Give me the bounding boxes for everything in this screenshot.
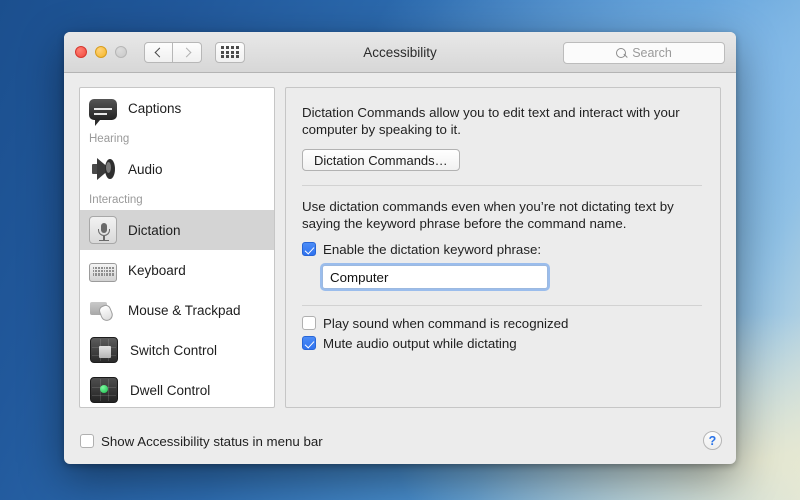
divider [302, 305, 702, 306]
audio-icon [89, 155, 117, 183]
search-input[interactable]: Search [563, 42, 725, 64]
captions-icon [89, 99, 117, 126]
search-placeholder: Search [632, 46, 672, 60]
window-footer: Show Accessibility status in menu bar ? [64, 417, 736, 464]
keyboard-icon [89, 263, 117, 282]
play-sound-checkbox[interactable] [302, 316, 316, 330]
mouse-icon [89, 296, 117, 324]
dictation-commands-button[interactable]: Dictation Commands… [302, 149, 460, 171]
sidebar-item-label: Dictation [128, 222, 181, 238]
sidebar-item-switch-control[interactable]: Switch Control [80, 330, 274, 370]
window-titlebar: Accessibility Search [64, 32, 736, 73]
help-button[interactable]: ? [703, 431, 722, 450]
navigation-buttons [144, 41, 202, 63]
show-status-checkbox[interactable] [80, 434, 94, 448]
forward-button [173, 41, 202, 63]
sidebar-item-label: Audio [128, 161, 163, 177]
keyword-phrase-input[interactable]: Computer [322, 265, 548, 289]
chevron-left-icon [154, 47, 165, 57]
sidebar-item-label: Captions [128, 100, 182, 116]
enable-keyword-label: Enable the dictation keyword phrase: [323, 242, 542, 257]
window-body: Captions Hearing Audio Interacting Dicta… [64, 73, 736, 417]
sidebar-group-hearing: Hearing [89, 132, 130, 145]
divider [302, 185, 702, 186]
keyword-phrase-value: Computer [330, 269, 389, 285]
chevron-right-icon [181, 47, 191, 57]
show-status-row[interactable]: Show Accessibility status in menu bar [80, 434, 323, 449]
enable-keyword-checkbox[interactable] [302, 242, 316, 256]
back-button[interactable] [144, 41, 173, 63]
play-sound-row[interactable]: Play sound when command is recognized [302, 316, 702, 331]
dictation-settings-panel: Dictation Commands allow you to edit tex… [285, 87, 721, 408]
play-sound-label: Play sound when command is recognized [323, 316, 569, 331]
zoom-button [115, 46, 127, 58]
minimize-button[interactable] [95, 46, 107, 58]
enable-keyword-row[interactable]: Enable the dictation keyword phrase: [302, 242, 702, 257]
mute-audio-checkbox[interactable] [302, 336, 316, 350]
sidebar-item-audio[interactable]: Audio [80, 149, 274, 189]
mute-audio-label: Mute audio output while dictating [323, 336, 517, 351]
sidebar-item-mouse-trackpad[interactable]: Mouse & Trackpad [80, 290, 274, 330]
sidebar-group-interacting: Interacting [89, 193, 143, 206]
sidebar-item-label: Mouse & Trackpad [128, 302, 241, 318]
search-icon [616, 47, 627, 59]
sidebar-item-label: Switch Control [130, 342, 218, 358]
dwell-icon [90, 377, 118, 403]
switch-icon [90, 337, 118, 363]
dictation-icon [89, 216, 117, 244]
sidebar-item-captions[interactable]: Captions [80, 88, 274, 128]
category-sidebar: Captions Hearing Audio Interacting Dicta… [79, 87, 275, 408]
traffic-lights [75, 46, 127, 58]
keyword-description: Use dictation commands even when you’re … [302, 199, 674, 231]
show-all-button[interactable] [215, 41, 245, 63]
sidebar-item-label: Keyboard [128, 262, 186, 278]
sidebar-item-label: Dwell Control [130, 382, 211, 398]
show-status-label: Show Accessibility status in menu bar [101, 434, 323, 449]
sidebar-item-dwell-control[interactable]: Dwell Control [80, 370, 274, 407]
preferences-window: Accessibility Search Captions Hearing Au [64, 32, 736, 464]
close-button[interactable] [75, 46, 87, 58]
intro-text: Dictation Commands allow you to edit tex… [302, 105, 680, 137]
sidebar-item-keyboard[interactable]: Keyboard [80, 250, 274, 290]
mute-audio-row[interactable]: Mute audio output while dictating [302, 336, 702, 351]
sidebar-item-dictation[interactable]: Dictation [80, 210, 274, 250]
grid-dots-icon [221, 45, 239, 59]
